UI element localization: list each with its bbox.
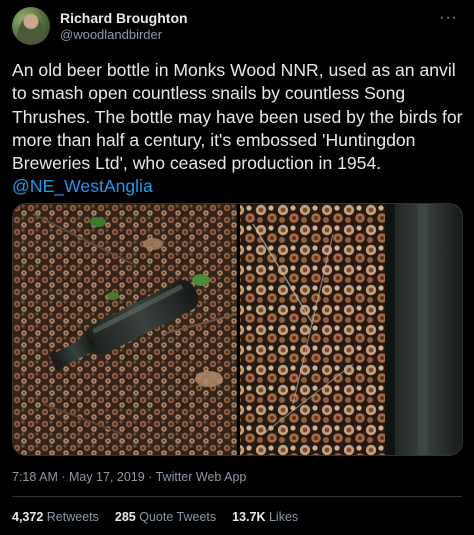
- left-photo[interactable]: [13, 204, 238, 456]
- avatar[interactable]: [12, 7, 50, 45]
- tweet-body: An old beer bottle in Monks Wood NNR, us…: [12, 60, 463, 174]
- retweets-count: 4,372: [12, 510, 44, 524]
- likes-label: Likes: [268, 510, 299, 524]
- handle[interactable]: @woodlandbirder: [60, 27, 188, 43]
- mention-link[interactable]: @NE_WestAnglia: [12, 176, 153, 196]
- likes-stat[interactable]: 13.7K Likes: [232, 510, 298, 524]
- retweets-label: Retweets: [46, 510, 99, 524]
- tweet-header: Richard Broughton @woodlandbirder ···: [12, 7, 462, 45]
- quotes-stat[interactable]: 285 Quote Tweets: [115, 510, 216, 524]
- quotes-label: Quote Tweets: [139, 510, 217, 524]
- tweet-text: An old beer bottle in Monks Wood NNR, us…: [12, 59, 464, 199]
- tweet: Richard Broughton @woodlandbirder ··· An…: [0, 0, 474, 535]
- media-photos[interactable]: [13, 204, 463, 456]
- quotes-count: 285: [114, 510, 136, 524]
- right-photo[interactable]: [240, 204, 463, 456]
- retweets-stat[interactable]: 4,372 Retweets: [12, 510, 99, 524]
- divider: [12, 496, 462, 497]
- tweet-timestamp[interactable]: 7:18 AM · May 17, 2019 · Twitter Web App: [12, 470, 246, 484]
- display-name[interactable]: Richard Broughton: [60, 10, 188, 26]
- likes-count: 13.7K: [232, 510, 266, 524]
- tweet-media[interactable]: [12, 203, 463, 456]
- author-names[interactable]: Richard Broughton @woodlandbirder: [60, 10, 188, 43]
- more-options-icon[interactable]: ···: [439, 9, 458, 27]
- tweet-stats: 4,372 Retweets 285 Quote Tweets 13.7K Li…: [12, 510, 298, 524]
